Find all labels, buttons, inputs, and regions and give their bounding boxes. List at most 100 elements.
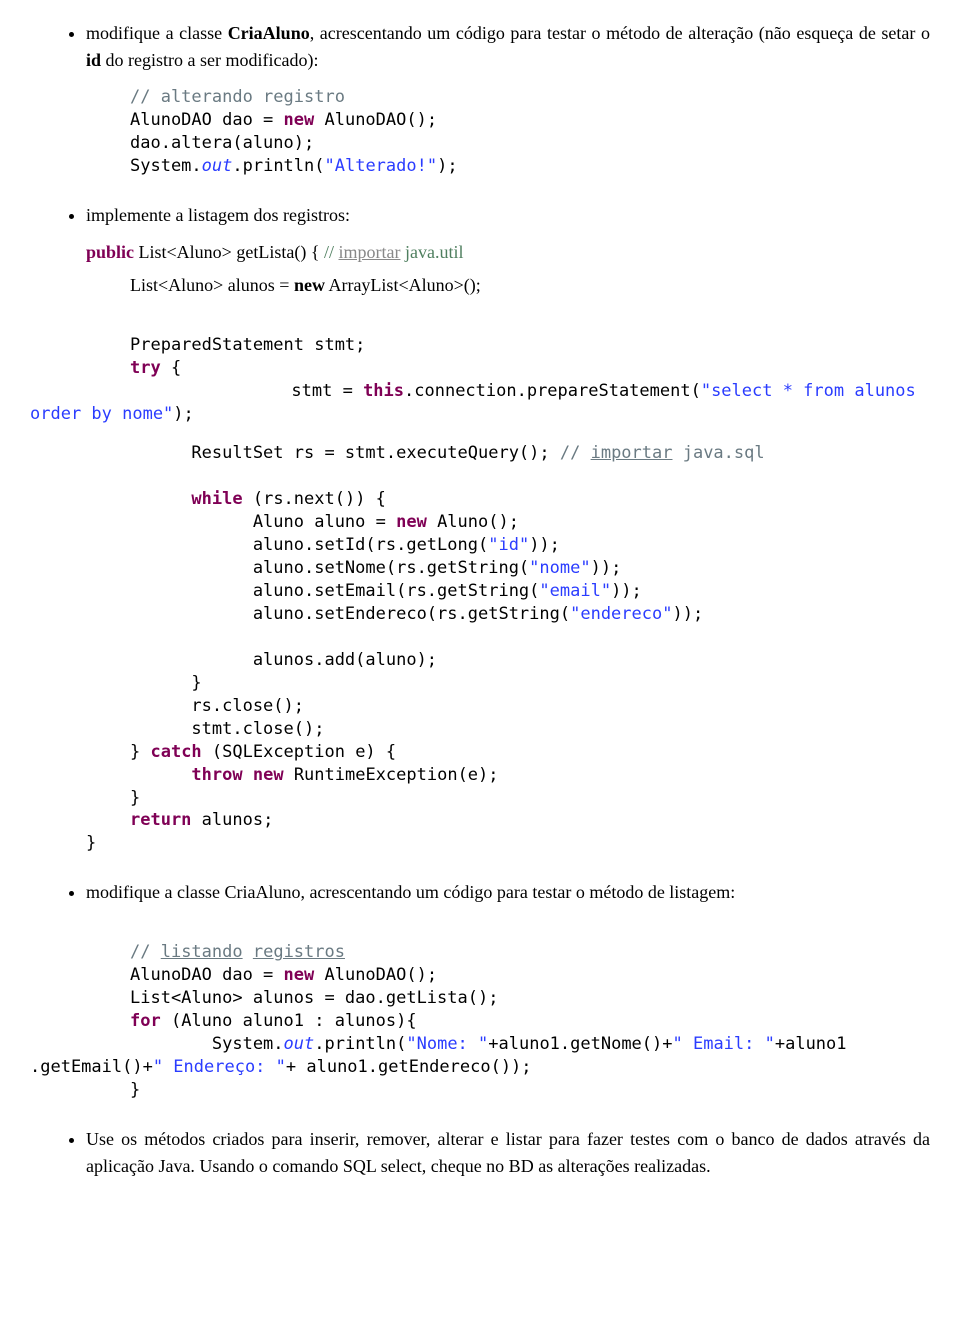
comment bbox=[243, 942, 253, 962]
pkg: java.sql bbox=[672, 443, 764, 463]
code-line: aluno.setEmail(rs.getString( bbox=[130, 581, 539, 601]
kw-this: this bbox=[363, 381, 404, 401]
code-line: System. bbox=[130, 156, 202, 176]
string: " Endereço: " bbox=[153, 1057, 286, 1077]
code-line: ); bbox=[173, 404, 193, 424]
text: () { bbox=[294, 242, 324, 262]
bullet-item-2: implemente a listagem dos registros: bbox=[86, 202, 930, 229]
code-line bbox=[130, 765, 191, 785]
code-line: aluno.setNome(rs.getString( bbox=[130, 558, 529, 578]
code-block-listando: // listando registros AlunoDAO dao = new… bbox=[30, 918, 930, 1102]
code-line: Aluno(); bbox=[427, 512, 519, 532]
kw-while: while bbox=[191, 489, 242, 509]
code-line: stmt.close(); bbox=[130, 719, 324, 739]
string: "email" bbox=[539, 581, 611, 601]
bullet-item-3: modifique a classe CriaAluno, acrescenta… bbox=[86, 879, 930, 906]
text: do registro a ser modificado): bbox=[101, 50, 318, 70]
string: "Alterado!" bbox=[325, 156, 438, 176]
string: "select * from alunos bbox=[701, 381, 916, 401]
code-line: AlunoDAO dao = bbox=[130, 110, 284, 130]
code-line: List<Aluno> alunos = dao.getLista(); bbox=[130, 988, 498, 1008]
code-line: .getEmail()+ bbox=[30, 1057, 153, 1077]
text: List<Aluno> alunos = bbox=[130, 275, 294, 295]
code-line: stmt = bbox=[230, 381, 363, 401]
method-name: getLista bbox=[236, 242, 294, 262]
kw-new: new bbox=[284, 110, 315, 130]
pkg: java.util bbox=[400, 242, 463, 262]
code-line: (SQLException e) { bbox=[202, 742, 396, 762]
kw-new: new bbox=[396, 512, 427, 532]
code-line: } bbox=[130, 673, 202, 693]
code-line: (rs.next()) { bbox=[243, 489, 386, 509]
code-line: Aluno aluno = bbox=[130, 512, 396, 532]
code-line: AlunoDAO(); bbox=[314, 110, 437, 130]
code-line: (Aluno aluno1 : alunos){ bbox=[161, 1011, 417, 1031]
code-line: rs.close(); bbox=[130, 696, 304, 716]
comment: // alterando registro bbox=[130, 87, 345, 107]
text: modifique a classe CriaAluno, acrescenta… bbox=[86, 882, 735, 902]
kw-new: new bbox=[294, 275, 325, 295]
code-line: } bbox=[86, 833, 96, 853]
comment: // bbox=[560, 443, 591, 463]
static-out: out bbox=[284, 1034, 315, 1054]
text: ArrayList<Aluno>(); bbox=[325, 275, 481, 295]
comment: // bbox=[130, 942, 161, 962]
method-body-line: List<Aluno> alunos = new ArrayList<Aluno… bbox=[130, 272, 930, 299]
comment: // bbox=[324, 242, 339, 262]
code-line: ResultSet rs = stmt.executeQuery(); bbox=[130, 443, 560, 463]
code-line: )); bbox=[672, 604, 703, 624]
text: implemente a listagem dos registros: bbox=[86, 205, 350, 225]
code-line: dao.altera(aluno); bbox=[130, 133, 314, 153]
static-out: out bbox=[202, 156, 233, 176]
code-line: System. bbox=[130, 1034, 284, 1054]
string: " Email: " bbox=[673, 1034, 775, 1054]
code-line: PreparedStatement stmt; bbox=[130, 335, 365, 355]
code-line: alunos.add(aluno); bbox=[130, 650, 437, 670]
code-line: )); bbox=[611, 581, 642, 601]
code-line: .println( bbox=[314, 1034, 406, 1054]
bullet-item-1: modifique a classe CriaAluno, acrescenta… bbox=[86, 20, 930, 74]
method-signature: public List<Aluno> getLista() { // impor… bbox=[86, 239, 930, 266]
import-word: importar bbox=[591, 443, 673, 463]
code-line: +aluno1 bbox=[775, 1034, 847, 1054]
text: List<Aluno> bbox=[134, 242, 236, 262]
code-line: )); bbox=[591, 558, 622, 578]
code-line: ); bbox=[437, 156, 457, 176]
code-block-getlista: PreparedStatement stmt; try { stmt = thi… bbox=[30, 311, 930, 856]
import-word: importar bbox=[338, 242, 400, 262]
kw-new: new bbox=[253, 765, 284, 785]
code-block-altera: // alterando registro AlunoDAO dao = new… bbox=[130, 86, 930, 178]
code-line: AlunoDAO(); bbox=[314, 965, 437, 985]
string: order by nome" bbox=[30, 404, 173, 424]
code-line: } bbox=[130, 1080, 140, 1100]
code-line: alunos; bbox=[191, 810, 273, 830]
kw-for: for bbox=[130, 1011, 161, 1031]
string: "Nome: " bbox=[406, 1034, 488, 1054]
text: modifique a classe bbox=[86, 23, 228, 43]
code-line bbox=[243, 765, 253, 785]
code-line: +aluno1.getNome()+ bbox=[488, 1034, 672, 1054]
kw-throw: throw bbox=[191, 765, 242, 785]
code-line: .connection.prepareStatement( bbox=[404, 381, 701, 401]
string: "endereco" bbox=[570, 604, 672, 624]
bullet-item-4: Use os métodos criados para inserir, rem… bbox=[86, 1126, 930, 1180]
string: "nome" bbox=[529, 558, 590, 578]
kw-try: try bbox=[130, 358, 161, 378]
code-line: )); bbox=[529, 535, 560, 555]
kw-catch: catch bbox=[150, 742, 201, 762]
code-line: RuntimeException(e); bbox=[284, 765, 499, 785]
code-line: aluno.setId(rs.getLong( bbox=[130, 535, 488, 555]
code-line: AlunoDAO dao = bbox=[130, 965, 284, 985]
text: Use os métodos criados para inserir, rem… bbox=[86, 1129, 930, 1176]
comment-word: listando bbox=[161, 942, 243, 962]
code-line: } bbox=[130, 788, 140, 808]
kw-new: new bbox=[284, 965, 315, 985]
code-line: } bbox=[130, 742, 150, 762]
text: , acrescentando um código para testar o … bbox=[310, 23, 930, 43]
string: "id" bbox=[488, 535, 529, 555]
comment-word: registros bbox=[253, 942, 345, 962]
kw-return: return bbox=[130, 810, 191, 830]
code-line: + aluno1.getEndereco()); bbox=[286, 1057, 532, 1077]
code-line: .println( bbox=[232, 156, 324, 176]
id-word: id bbox=[86, 50, 101, 70]
